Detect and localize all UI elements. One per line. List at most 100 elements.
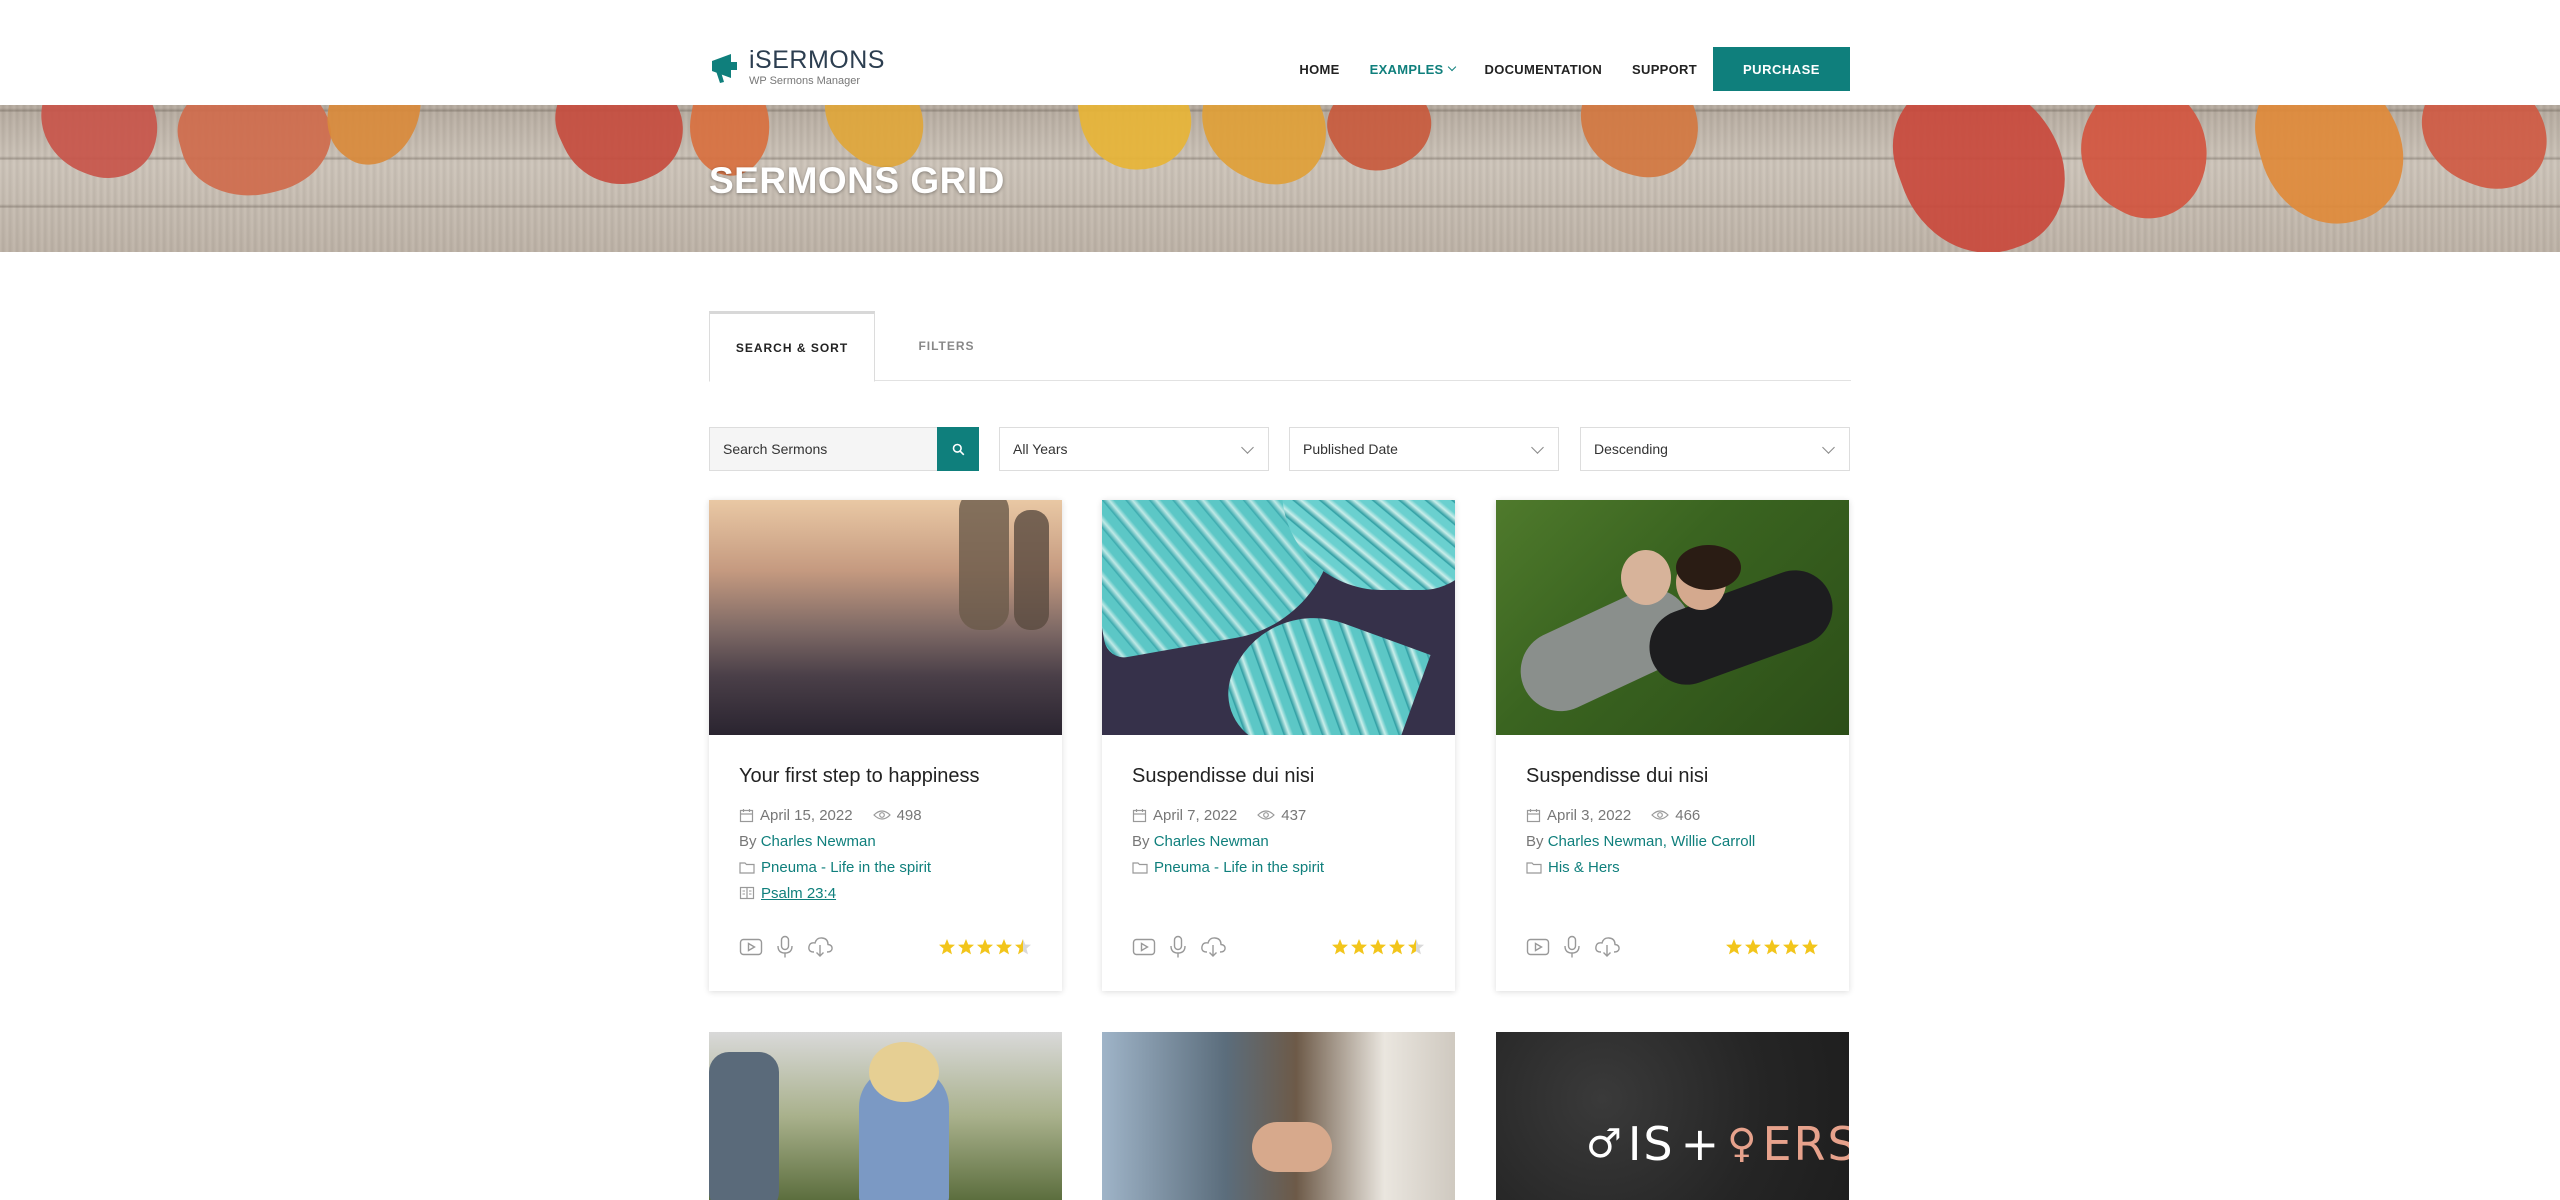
view-count: 437 <box>1281 806 1307 824</box>
microphone-icon[interactable] <box>1560 935 1584 959</box>
site-logo[interactable]: iSERMONS WP Sermons Manager <box>709 48 885 88</box>
brand-title: iSERMONS <box>749 46 885 74</box>
page-title: SERMONS GRID <box>709 160 1005 201</box>
sort-select-value: Published Date <box>1303 441 1398 457</box>
sermon-card[interactable]: ♂ IS + ♀ ERS <box>1496 1032 1849 1200</box>
star-icon <box>1370 939 1386 955</box>
cloud-download-icon[interactable] <box>807 936 833 958</box>
card-footer <box>739 934 1032 960</box>
tab-search-sort[interactable]: SEARCH & SORT <box>709 311 875 382</box>
star-icon <box>996 939 1012 955</box>
tab-filters[interactable]: FILTERS <box>879 311 1014 381</box>
microphone-icon[interactable] <box>773 935 797 959</box>
sermon-date: April 15, 2022 <box>760 806 853 824</box>
sermon-thumbnail[interactable]: ♂ IS + ♀ ERS <box>1496 1032 1849 1200</box>
nav-home[interactable]: HOME <box>1299 62 1339 77</box>
calendar-icon <box>1526 808 1541 822</box>
series-link[interactable]: Pneuma - Life in the spirit <box>1154 859 1324 876</box>
search-input[interactable] <box>709 427 937 471</box>
sermon-card[interactable] <box>1102 1032 1455 1200</box>
folder-icon <box>739 861 755 874</box>
star-icon <box>1015 939 1031 955</box>
sermon-thumbnail[interactable] <box>1496 500 1849 735</box>
star-rating <box>1330 938 1425 956</box>
search-icon <box>952 443 964 455</box>
leaf-decoration <box>1314 105 1446 189</box>
sermon-series: Pneuma - Life in the spirit <box>739 854 1032 880</box>
video-icon[interactable] <box>739 937 763 957</box>
sermon-speakers: By Charles Newman <box>1132 828 1425 854</box>
leaf-decoration <box>1181 105 1349 203</box>
sermon-passage: Psalm 23:4 <box>739 880 1032 906</box>
speaker-link[interactable]: Willie Carroll <box>1671 833 1755 850</box>
star-icon <box>1783 939 1799 955</box>
sermon-date: April 3, 2022 <box>1547 806 1632 824</box>
sermon-speakers: By Charles Newman <box>739 828 1032 854</box>
nav-support[interactable]: SUPPORT <box>1632 62 1697 77</box>
sermon-meta: April 7, 2022 437 <box>1132 802 1425 828</box>
sermon-thumbnail[interactable] <box>709 1032 1062 1200</box>
sermon-thumbnail[interactable] <box>1102 500 1455 735</box>
sermon-thumbnail[interactable] <box>709 500 1062 735</box>
sermon-meta: April 3, 2022 466 <box>1526 802 1819 828</box>
order-select[interactable]: Descending <box>1580 427 1850 471</box>
his-hers-logo-plus: + <box>1680 1117 1722 1171</box>
order-select-value: Descending <box>1594 441 1668 457</box>
video-icon[interactable] <box>1132 937 1156 957</box>
leaf-decoration <box>2405 105 2560 204</box>
chevron-down-icon <box>1531 441 1544 454</box>
eye-icon <box>872 810 891 820</box>
view-count: 498 <box>896 806 922 824</box>
purchase-button[interactable]: PURCHASE <box>1713 47 1850 91</box>
sermon-card[interactable]: Your first step to happiness April 15, 2… <box>709 500 1062 991</box>
book-icon <box>739 886 755 900</box>
series-link[interactable]: His & Hers <box>1548 859 1620 876</box>
his-hers-logo-text-2: ERS <box>1762 1117 1849 1171</box>
sermon-title[interactable]: Your first step to happiness <box>739 765 1032 788</box>
sermon-date: April 7, 2022 <box>1153 806 1238 824</box>
nav-examples[interactable]: EXAMPLES <box>1369 61 1456 77</box>
leaf-decoration <box>2056 105 2234 239</box>
microphone-icon[interactable] <box>1166 935 1190 959</box>
search-button[interactable] <box>937 427 979 471</box>
sermon-speakers: By Charles Newman, Willie Carroll <box>1526 828 1819 854</box>
sermon-card[interactable] <box>709 1032 1062 1200</box>
speaker-link[interactable]: Charles Newman <box>1548 833 1663 850</box>
sort-select[interactable]: Published Date <box>1289 427 1559 471</box>
cloud-download-icon[interactable] <box>1200 936 1226 958</box>
star-rating <box>1724 938 1819 956</box>
video-icon[interactable] <box>1526 937 1550 957</box>
card-footer <box>1132 934 1425 960</box>
speaker-separator: , <box>1662 832 1667 850</box>
sermon-title[interactable]: Suspendisse dui nisi <box>1526 765 1819 788</box>
series-link[interactable]: Pneuma - Life in the spirit <box>761 859 931 876</box>
nav-documentation[interactable]: DOCUMENTATION <box>1485 62 1603 77</box>
sermon-card[interactable]: Suspendisse dui nisi April 3, 2022 466 B… <box>1496 500 1849 991</box>
year-select[interactable]: All Years <box>999 427 1269 471</box>
passage-link[interactable]: Psalm 23:4 <box>761 885 836 902</box>
search-box <box>709 427 979 471</box>
star-icon <box>1726 939 1742 955</box>
sermon-title[interactable]: Suspendisse dui nisi <box>1132 765 1425 788</box>
sermon-card[interactable]: Suspendisse dui nisi April 7, 2022 437 B… <box>1102 500 1455 991</box>
chevron-down-icon <box>1447 62 1456 72</box>
sermon-meta: April 15, 2022 498 <box>739 802 1032 828</box>
star-icon <box>1802 939 1818 955</box>
star-icon <box>1764 939 1780 955</box>
star-icon <box>939 939 955 955</box>
sermon-thumbnail[interactable] <box>1102 1032 1455 1200</box>
nav-examples-label: EXAMPLES <box>1369 61 1444 77</box>
by-label: By <box>739 832 757 850</box>
star-icon <box>1389 939 1405 955</box>
person-icon: ♂ <box>1586 1121 1624 1167</box>
by-label: By <box>1526 832 1544 850</box>
view-count: 466 <box>1675 806 1701 824</box>
by-label: By <box>1132 832 1150 850</box>
folder-icon <box>1132 861 1148 874</box>
leaf-decoration <box>24 105 176 193</box>
cloud-download-icon[interactable] <box>1594 936 1620 958</box>
eye-icon <box>1651 810 1670 820</box>
speaker-link[interactable]: Charles Newman <box>1154 833 1269 850</box>
chevron-down-icon <box>1822 441 1835 454</box>
speaker-link[interactable]: Charles Newman <box>761 833 876 850</box>
